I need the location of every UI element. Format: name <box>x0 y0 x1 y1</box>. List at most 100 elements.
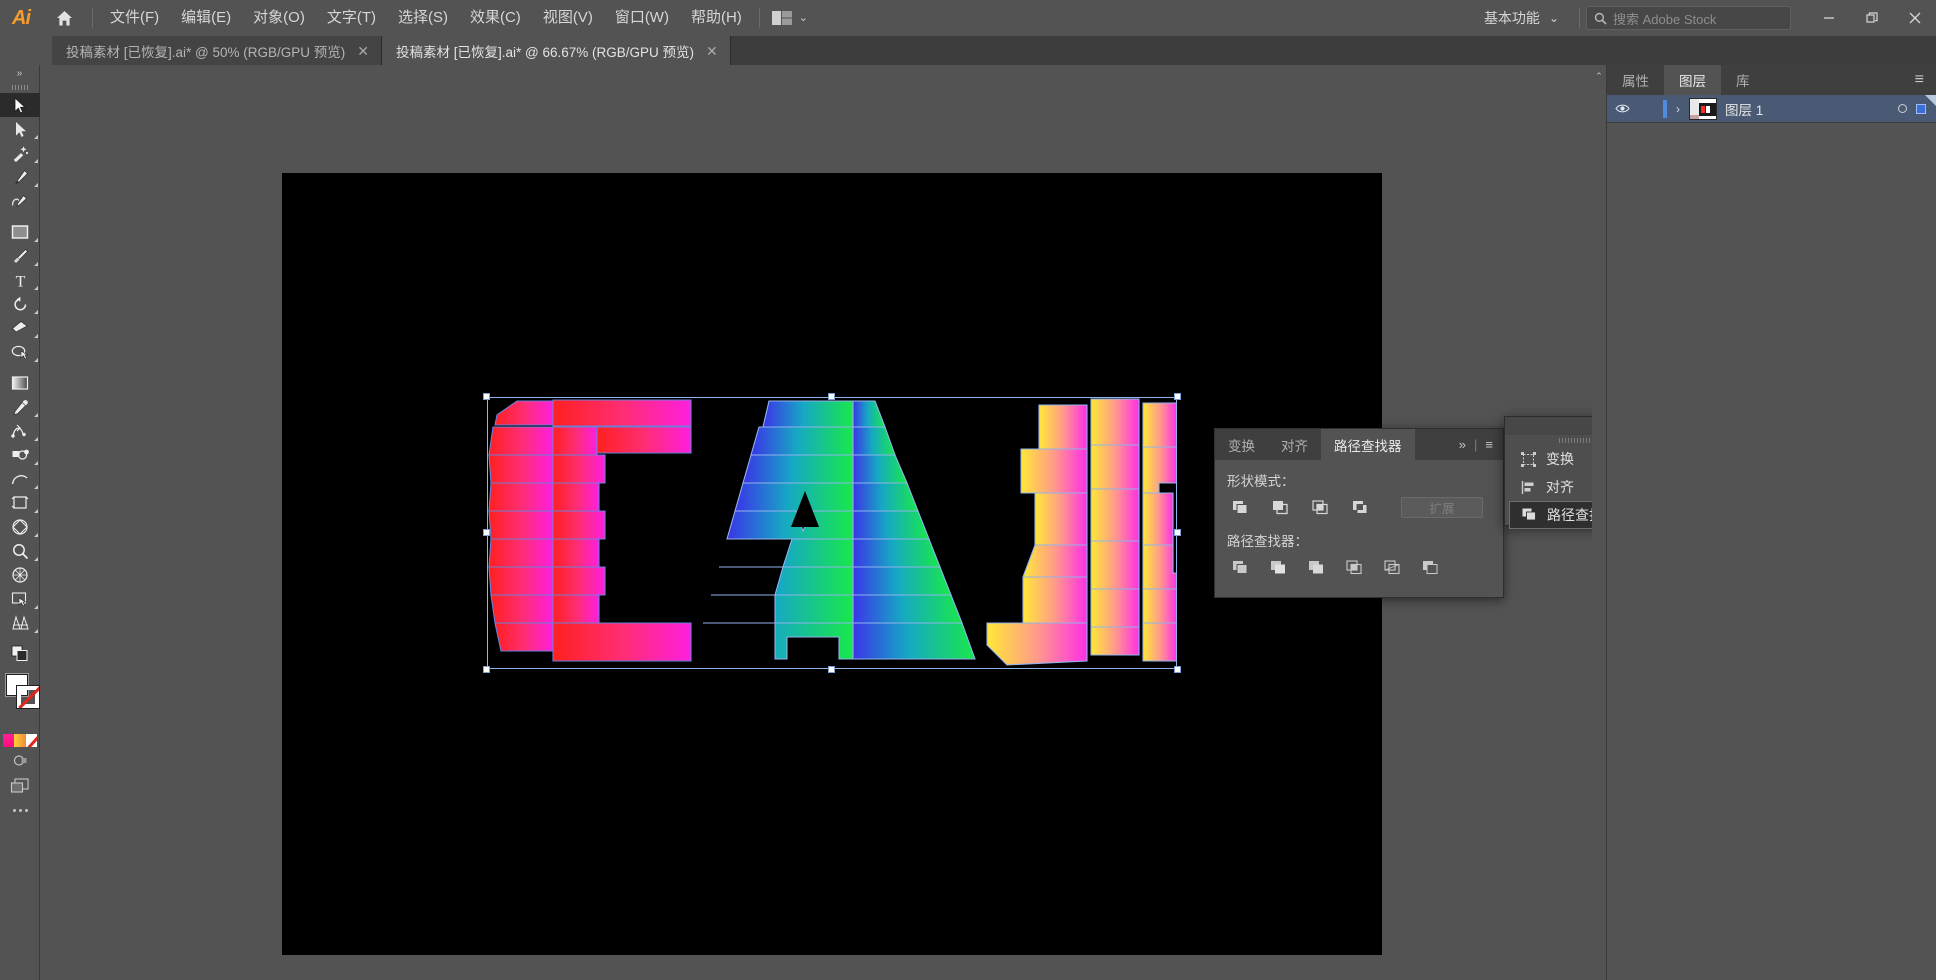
close-icon[interactable]: ✕ <box>357 44 369 58</box>
search-placeholder: 搜索 Adobe Stock <box>1613 11 1717 27</box>
tab-transform[interactable]: 变换 <box>1215 429 1268 460</box>
letter-i <box>986 398 1178 666</box>
selection-handle-e[interactable] <box>1174 529 1181 536</box>
merge-button[interactable] <box>1303 556 1329 578</box>
eraser-tool[interactable] <box>0 316 40 340</box>
gradient-tool[interactable] <box>0 371 40 395</box>
workspace-switcher[interactable]: 基本功能 ⌄ <box>1474 5 1569 31</box>
intersect-button[interactable] <box>1307 496 1333 518</box>
flyout-grip[interactable] <box>1559 438 1593 443</box>
close-icon[interactable]: ✕ <box>706 44 718 58</box>
blend-tool[interactable] <box>0 419 40 443</box>
direct-selection-tool[interactable] <box>0 117 40 141</box>
gradient-swatch[interactable] <box>14 734 26 747</box>
tab-pathfinder[interactable]: 路径查找器 <box>1321 429 1415 460</box>
exclude-button[interactable] <box>1347 496 1373 518</box>
arrange-documents-icon[interactable]: ⌄ <box>766 0 814 36</box>
rotate-tool[interactable] <box>0 292 40 316</box>
transform-icon <box>1521 451 1536 467</box>
tab-layers[interactable]: 图层 <box>1664 65 1721 95</box>
menu-type[interactable]: 文字(T) <box>316 0 387 36</box>
menu-file[interactable]: 文件(F) <box>99 0 170 36</box>
document-tab-1[interactable]: 投稿素材 [已恢复].ai* @ 50% (RGB/GPU 预览) ✕ <box>52 36 382 65</box>
layers-panel-menu-icon[interactable]: ≡ <box>1915 65 1936 95</box>
minus-front-button[interactable] <box>1267 496 1293 518</box>
none-swatch[interactable] <box>25 734 37 747</box>
line-segment-tool[interactable] <box>0 467 40 491</box>
unite-button[interactable] <box>1227 496 1253 518</box>
zoom-tool[interactable] <box>0 539 40 563</box>
selection-handle-sw[interactable] <box>483 666 490 673</box>
app-logo-icon: Ai <box>12 6 31 29</box>
tab-libraries[interactable]: 库 <box>1721 65 1765 95</box>
menu-select[interactable]: 选择(S) <box>387 0 459 36</box>
shape-builder-tool[interactable] <box>0 340 40 364</box>
artboard-tool[interactable] <box>0 491 40 515</box>
artwork-group[interactable] <box>483 393 1181 673</box>
menu-object[interactable]: 对象(O) <box>242 0 316 36</box>
cai-artwork[interactable] <box>487 397 1178 669</box>
outline-button[interactable] <box>1379 556 1405 578</box>
panel-menu-icon[interactable]: ≡ <box>1485 437 1493 452</box>
pathfinders-label: 路径查找器： <box>1227 534 1308 549</box>
tool-expand-corner <box>34 262 38 266</box>
tab-properties[interactable]: 属性 <box>1607 65 1664 95</box>
menu-help[interactable]: 帮助(H) <box>680 0 753 36</box>
mesh-tool[interactable] <box>0 563 40 587</box>
pen-tool[interactable] <box>0 165 40 189</box>
rectangle-tool[interactable] <box>0 220 40 244</box>
layer-row[interactable]: › 图层 1 <box>1607 95 1936 123</box>
fill-stroke-swatches[interactable] <box>0 670 40 730</box>
trim-button[interactable] <box>1265 556 1291 578</box>
perspective-grid-tool[interactable] <box>0 515 40 539</box>
screen-mode-icon[interactable] <box>0 773 40 799</box>
symbol-sprayer-tool[interactable] <box>0 443 40 467</box>
edit-toolbar-button[interactable] <box>0 799 40 821</box>
right-panel-dock: 属性 图层 库 ≡ › 图层 1 <box>1606 65 1936 980</box>
toolbar-grip[interactable] <box>0 81 39 93</box>
selection-handle-ne[interactable] <box>1174 393 1181 400</box>
color-swatch[interactable] <box>3 734 15 747</box>
selection-tool[interactable] <box>0 93 40 117</box>
magic-wand-tool[interactable] <box>0 141 40 165</box>
menu-effect[interactable]: 效果(C) <box>459 0 532 36</box>
divide-button[interactable] <box>1227 556 1253 578</box>
slice-tool[interactable] <box>0 587 40 611</box>
menu-window[interactable]: 窗口(W) <box>604 0 680 36</box>
none-indicator-icon <box>17 686 39 708</box>
selection-handle-s[interactable] <box>828 666 835 673</box>
restore-button[interactable] <box>1850 0 1893 36</box>
drawing-mode-icon[interactable] <box>0 747 40 773</box>
close-button[interactable] <box>1893 0 1936 36</box>
home-icon[interactable] <box>42 0 86 36</box>
dock-collapse-button[interactable]: ⌃ <box>1592 65 1606 980</box>
minimize-button[interactable] <box>1807 0 1850 36</box>
selection-handle-n[interactable] <box>828 393 835 400</box>
expand-button[interactable]: 扩展 <box>1401 496 1483 518</box>
menu-edit[interactable]: 编辑(E) <box>170 0 242 36</box>
eyedropper-tool[interactable] <box>0 395 40 419</box>
search-input[interactable]: 搜索 Adobe Stock <box>1586 6 1791 30</box>
toolbar-collapse-icon[interactable]: » <box>0 65 39 81</box>
eye-icon[interactable] <box>1607 103 1637 114</box>
expand-tabs-icon[interactable]: » <box>1459 437 1466 452</box>
document-tab-2[interactable]: 投稿素材 [已恢复].ai* @ 66.67% (RGB/GPU 预览) ✕ <box>381 36 731 65</box>
selection-handle-se[interactable] <box>1174 666 1181 673</box>
chevron-right-icon[interactable]: › <box>1667 102 1689 116</box>
selection-handle-nw[interactable] <box>483 393 490 400</box>
shape-modes-quick-icon[interactable] <box>0 640 40 666</box>
target-circle-icon[interactable] <box>1898 104 1907 113</box>
menu-view[interactable]: 视图(V) <box>532 0 604 36</box>
color-mode-strip[interactable] <box>3 734 37 747</box>
paintbrush-tool[interactable] <box>0 244 40 268</box>
selection-handle-w[interactable] <box>483 529 490 536</box>
tab-align[interactable]: 对齐 <box>1268 429 1321 460</box>
layer-name[interactable]: 图层 1 <box>1725 99 1763 119</box>
crop-button[interactable] <box>1341 556 1367 578</box>
minus-back-button[interactable] <box>1417 556 1443 578</box>
column-graph-tool[interactable] <box>0 611 40 635</box>
tool-expand-corner <box>34 461 38 465</box>
curvature-tool[interactable] <box>0 189 40 213</box>
svg-text:T: T <box>15 273 25 289</box>
type-tool[interactable]: T <box>0 268 40 292</box>
